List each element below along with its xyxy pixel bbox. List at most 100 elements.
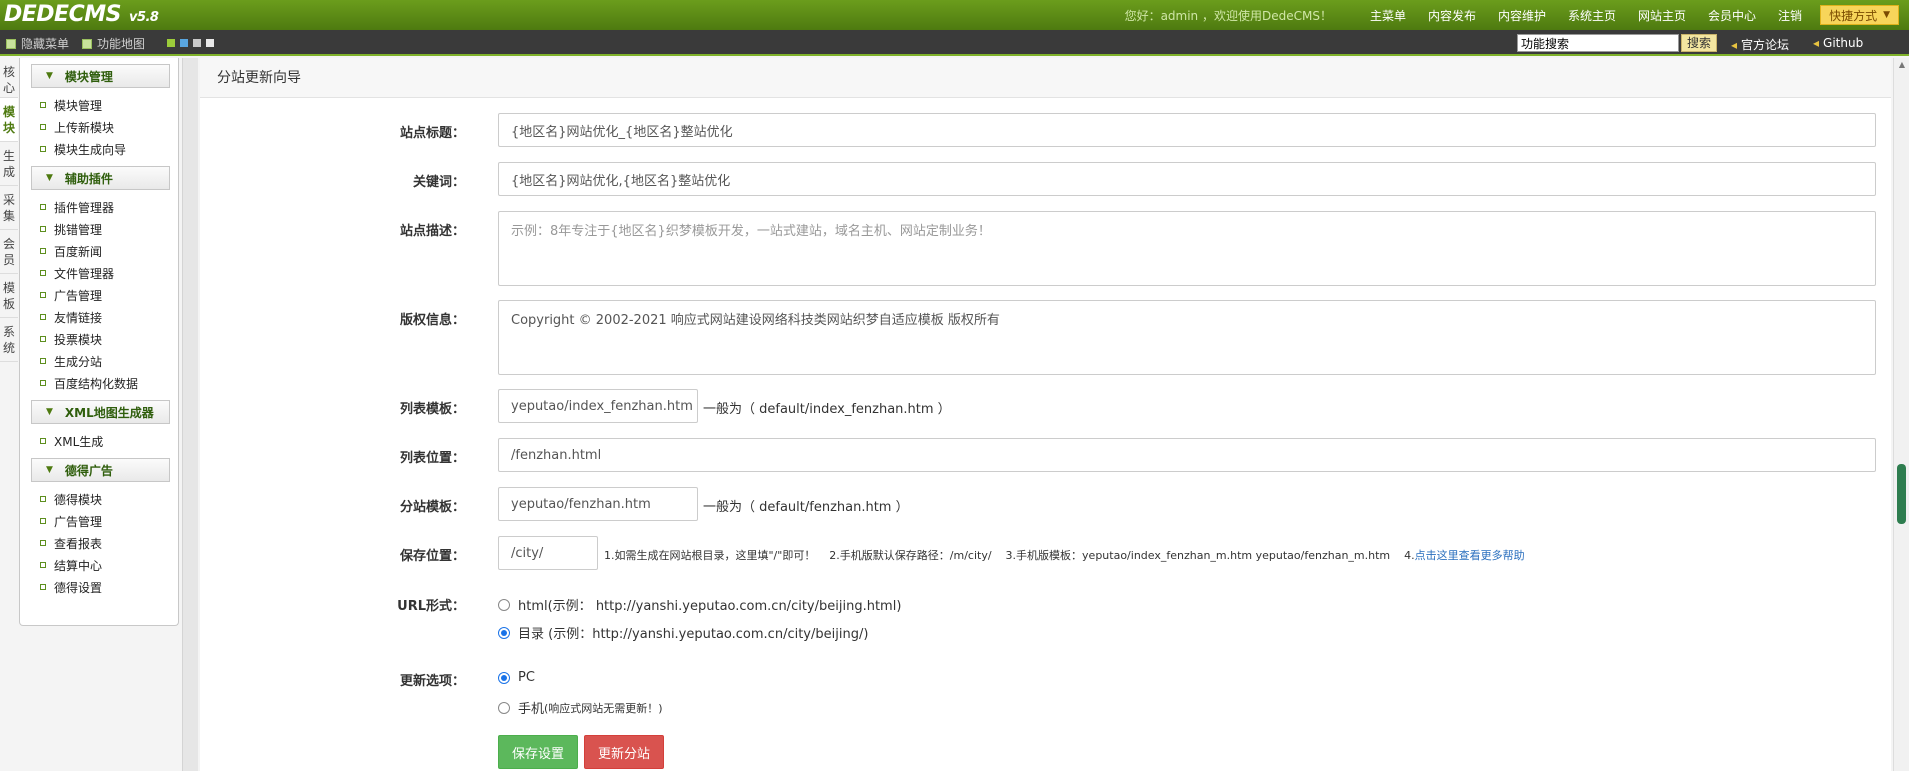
menu-item-view-reports[interactable]: 查看报表: [20, 532, 178, 554]
help-link[interactable]: 点击这里查看更多帮助: [1415, 549, 1525, 562]
main-panel: 分站更新向导 站点标题： {地区名}网站优化_{地区名}整站优化 关键词： {地…: [200, 58, 1891, 771]
vtab-generate[interactable]: 生成: [0, 142, 18, 186]
radio-label: html(示例： http://yanshi.yeputao.com.cn/ci…: [518, 599, 902, 614]
bullet-icon: [40, 336, 46, 342]
vtab-templates[interactable]: 模板: [0, 274, 18, 318]
menu-item-file-manager[interactable]: 文件管理器: [20, 262, 178, 284]
radio-circle[interactable]: [498, 701, 510, 714]
nav-site-home[interactable]: 网站主页: [1638, 7, 1686, 24]
list-template-input[interactable]: yeputao/index_fenzhan.htm: [498, 389, 698, 423]
bullet-icon: ◂: [1813, 36, 1820, 50]
save-position-label: 保存位置：: [399, 549, 465, 564]
bullet-icon: [40, 102, 46, 108]
scroll-thumb[interactable]: [1897, 464, 1906, 524]
menu-item-label: 百度结构化数据: [54, 376, 139, 391]
nav-content-maintain[interactable]: 内容维护: [1498, 7, 1546, 24]
menu-item-plugin-manager[interactable]: 插件管理器: [20, 196, 178, 218]
url-form-directory-radio[interactable]: 目录 (示例：http://yanshi.yeputao.com.cn/city…: [498, 623, 868, 642]
bullet-icon: [40, 540, 46, 546]
save-settings-button[interactable]: 保存设置: [498, 735, 579, 769]
nav-member-center[interactable]: 会员中心: [1708, 7, 1756, 24]
menu-item-label: 文件管理器: [54, 266, 115, 281]
vtab-collect[interactable]: 采集: [0, 186, 18, 230]
function-map-label: 功能地图: [97, 37, 146, 51]
vtab-members[interactable]: 会员: [0, 230, 18, 274]
skin-green-icon[interactable]: [167, 39, 175, 47]
menu-group-module-management[interactable]: ▼ 模块管理: [31, 64, 170, 88]
nav-system-home[interactable]: 系统主页: [1568, 7, 1616, 24]
menu-item-dede-settings[interactable]: 德得设置: [20, 576, 178, 598]
menu-item-friend-links[interactable]: 友情链接: [20, 306, 178, 328]
function-search-input[interactable]: [1517, 34, 1679, 52]
logo: DEDECMS v5.8: [4, 2, 159, 27]
keywords-label: 关键词：: [412, 175, 465, 190]
bullet-icon: [40, 146, 46, 152]
menu-group-dede-ads[interactable]: ▼ 德得广告: [31, 458, 170, 482]
menu-item-label: 广告管理: [54, 514, 103, 529]
sub-template-input[interactable]: yeputao/fenzhan.htm: [498, 487, 698, 521]
vtab-modules[interactable]: 模块: [0, 98, 18, 142]
radio-circle-checked[interactable]: [498, 671, 510, 684]
map-icon: [82, 38, 92, 49]
function-map-button[interactable]: 功能地图: [82, 35, 145, 52]
menu-item-module-management[interactable]: 模块管理: [20, 94, 178, 116]
menu-item-generate-substation[interactable]: 生成分站: [20, 350, 178, 372]
nav-main-menu[interactable]: 主菜单: [1370, 7, 1406, 24]
menu-scrollbar[interactable]: [182, 58, 198, 771]
copyright-textarea[interactable]: Copyright © 2002-2021 响应式网站建设网络科技类网站织梦自适…: [498, 300, 1876, 375]
hide-menu-button[interactable]: 隐藏菜单: [6, 35, 69, 52]
menu-item-module-wizard[interactable]: 模块生成向导: [20, 138, 178, 160]
top-nav: 您好：admin ，欢迎使用DedeCMS！ 主菜单 内容发布 内容维护 系统主…: [1125, 0, 1899, 30]
url-form-html-radio[interactable]: html(示例： http://yanshi.yeputao.com.cn/ci…: [498, 595, 901, 614]
vtab-core[interactable]: 核心: [0, 58, 18, 98]
menu-item-xml-generate[interactable]: XML生成: [20, 430, 178, 452]
page-scrollbar[interactable]: ▲: [1893, 58, 1909, 771]
skin-white-icon[interactable]: [206, 39, 214, 47]
nav-content-publish[interactable]: 内容发布: [1428, 7, 1476, 24]
skin-gray-icon[interactable]: [193, 39, 201, 47]
menu-item-baidu-news[interactable]: 百度新闻: [20, 240, 178, 262]
list-template-label: 列表模板：: [399, 402, 465, 417]
radio-circle-checked[interactable]: [498, 626, 510, 639]
update-mobile-radio[interactable]: 手机 (响应式网站无需更新！): [498, 698, 663, 717]
menu-item-baidu-structured-data[interactable]: 百度结构化数据: [20, 372, 178, 394]
save-position-hint: 1.如需生成在网站根目录，这里填"/"即可！ 2.手机版默认保存路径：/m/ci…: [604, 547, 1525, 563]
vtab-system[interactable]: 系统: [0, 318, 18, 362]
search-button[interactable]: 搜索: [1681, 34, 1717, 52]
welcome-text: 您好：admin ，欢迎使用DedeCMS！: [1124, 8, 1332, 23]
menu-item-label: 查看报表: [54, 536, 103, 551]
site-title-input[interactable]: {地区名}网站优化_{地区名}整站优化: [498, 113, 1876, 147]
menu-item-dede-module[interactable]: 德得模块: [20, 488, 178, 510]
chevron-down-icon: ▼: [1883, 10, 1890, 20]
menu-item-vote-module[interactable]: 投票模块: [20, 328, 178, 350]
list-position-label: 列表位置：: [399, 451, 465, 466]
menu-item-ad-management[interactable]: 广告管理: [20, 284, 178, 306]
skin-blue-icon[interactable]: [180, 39, 188, 47]
hide-menu-label: 隐藏菜单: [21, 37, 70, 51]
keywords-input[interactable]: {地区名}网站优化,{地区名}整站优化: [498, 162, 1876, 196]
menu-item-ad-management-2[interactable]: 广告管理: [20, 510, 178, 532]
menu-item-upload-module[interactable]: 上传新模块: [20, 116, 178, 138]
update-substation-button[interactable]: 更新分站: [584, 735, 665, 769]
save-position-input[interactable]: /city/: [498, 536, 598, 570]
menu-item-label: 挑错管理: [54, 222, 103, 237]
radio-circle[interactable]: [498, 598, 510, 611]
list-position-input[interactable]: /fenzhan.html: [498, 438, 1876, 472]
menu-group-xml-sitemap[interactable]: ▼ XML地图生成器: [31, 400, 170, 424]
update-pc-radio[interactable]: PC: [498, 670, 535, 685]
bullet-icon: [40, 248, 46, 254]
list-template-hint: 一般为（ default/index_fenzhan.htm ）: [703, 402, 951, 417]
github-link[interactable]: ◂ Github: [1813, 36, 1863, 50]
nav-logout[interactable]: 注销: [1778, 7, 1802, 24]
description-textarea[interactable]: 示例：8年专注于{地区名}织梦模板开发，一站式建站，域名主机、网站定制业务！: [498, 211, 1876, 286]
scroll-up-icon[interactable]: ▲: [1894, 58, 1909, 72]
menu-item-error-management[interactable]: 挑错管理: [20, 218, 178, 240]
official-forum-link[interactable]: ◂ 官方论坛: [1731, 36, 1789, 53]
menu-group-plugins[interactable]: ▼ 辅助插件: [31, 166, 170, 190]
update-options-label: 更新选项：: [399, 674, 465, 689]
bullet-icon: [40, 358, 46, 364]
quick-access-button[interactable]: 快捷方式 ▼: [1820, 5, 1899, 25]
menu-item-settlement-center[interactable]: 结算中心: [20, 554, 178, 576]
menu-item-label: 友情链接: [54, 310, 103, 325]
vertical-tabs: 核心 模块 生成 采集 会员 模板 系统: [0, 58, 18, 771]
